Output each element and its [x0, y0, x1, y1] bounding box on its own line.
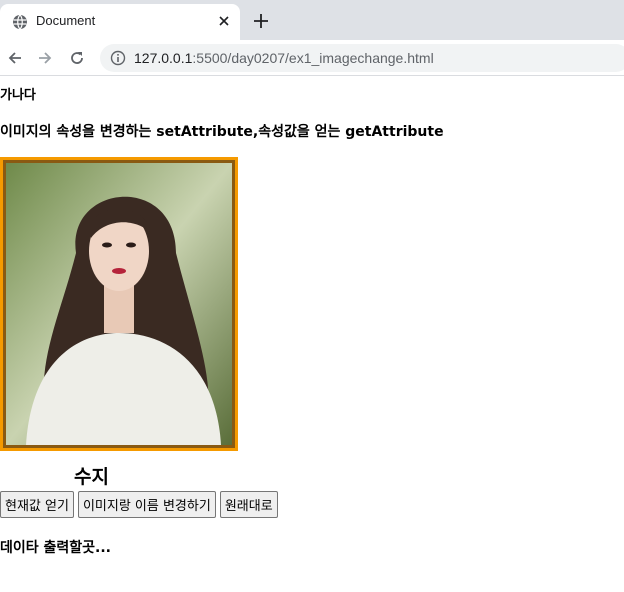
- back-arrow-icon[interactable]: [6, 49, 24, 67]
- tab-strip: Document: [0, 0, 624, 40]
- url-host: 127.0.0.1: [134, 50, 193, 66]
- output-area: 데이타 출력할곳...: [0, 540, 111, 556]
- address-bar[interactable]: 127.0.0.1:5500/day0207/ex1_imagechange.h…: [100, 44, 624, 72]
- reset-button[interactable]: 원래대로: [219, 491, 278, 518]
- url-path: :5500/day0207/ex1_imagechange.html: [192, 50, 434, 66]
- portrait-image: [0, 157, 238, 451]
- browser-toolbar: 127.0.0.1:5500/day0207/ex1_imagechange.h…: [0, 40, 624, 76]
- portrait-photo: [6, 163, 232, 445]
- plus-icon[interactable]: [252, 12, 270, 30]
- reload-icon[interactable]: [68, 49, 86, 67]
- page-subtitle: 이미지의 속성을 변경하는 setAttribute,속성값을 얻는 getAt…: [0, 124, 444, 140]
- change-image-name-button[interactable]: 이미지랑 이름 변경하기: [77, 491, 216, 518]
- button-group: 현재값 얻기 이미지랑 이름 변경하기 원래대로: [0, 491, 278, 518]
- tab-title: Document: [36, 13, 96, 28]
- greeting-text: 가나다: [0, 88, 36, 103]
- page-content: 가나다 이미지의 속성을 변경하는 setAttribute,속성값을 얻는 g…: [0, 77, 624, 592]
- url-text: 127.0.0.1:5500/day0207/ex1_imagechange.h…: [134, 50, 434, 66]
- get-current-value-button[interactable]: 현재값 얻기: [0, 491, 74, 518]
- info-icon[interactable]: [110, 50, 126, 66]
- forward-arrow-icon[interactable]: [36, 49, 54, 67]
- close-icon[interactable]: [216, 13, 232, 29]
- tab-document[interactable]: Document: [0, 4, 240, 40]
- globe-icon: [12, 14, 28, 30]
- image-caption: 수지: [74, 466, 109, 488]
